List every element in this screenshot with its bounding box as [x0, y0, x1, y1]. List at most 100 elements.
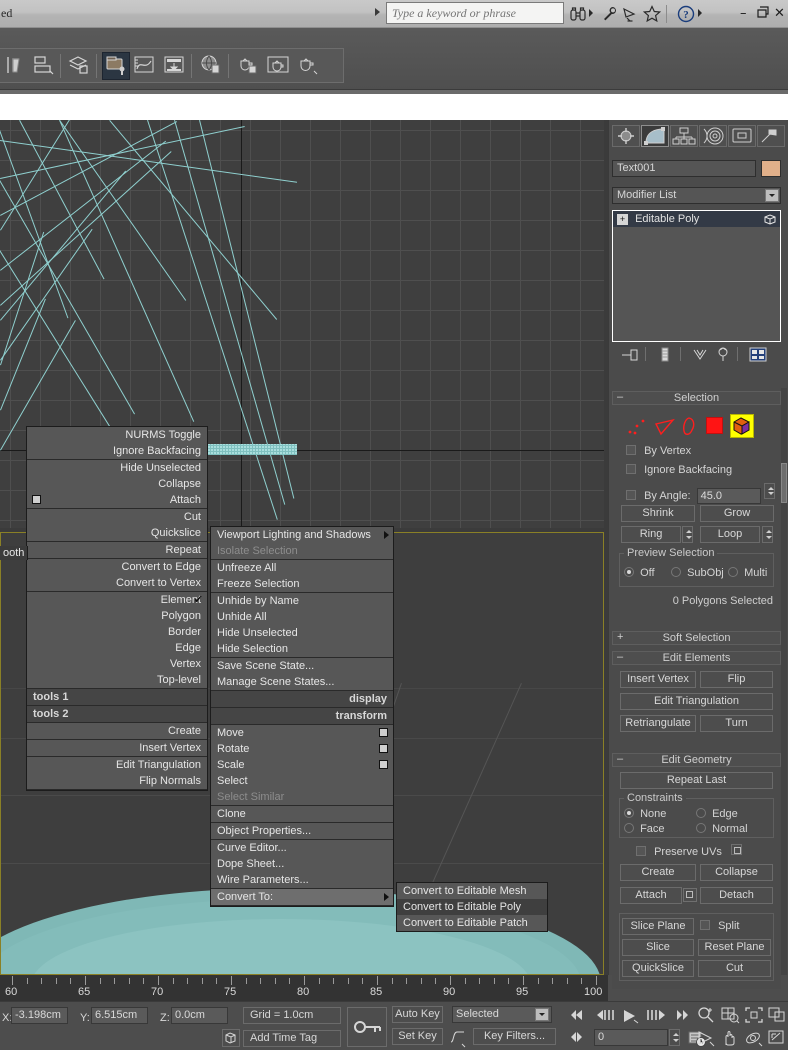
- quad-menu-item[interactable]: Save Scene State...: [211, 658, 393, 674]
- by-angle-spinner[interactable]: [763, 483, 775, 499]
- play-icon[interactable]: [620, 1008, 640, 1024]
- quad-menu-item[interactable]: Collapse: [27, 476, 207, 492]
- quad-menu-item[interactable]: Unfreeze All: [211, 560, 393, 576]
- layer-manager-icon[interactable]: [66, 52, 94, 80]
- by-angle-checkbox[interactable]: [626, 490, 636, 500]
- quad-menu-item[interactable]: Cut: [27, 509, 207, 525]
- ignore-backfacing-row[interactable]: Ignore Backfacing: [626, 464, 732, 476]
- schematic-view-icon[interactable]: [161, 52, 189, 80]
- constraint-face-radio[interactable]: Face: [624, 823, 665, 835]
- render-setup-icon[interactable]: [198, 52, 226, 80]
- time-slider-ruler[interactable]: 60 65 70 75 80 85 90 95 100: [0, 975, 608, 1001]
- z-coord-field[interactable]: 0.0cm: [171, 1007, 228, 1024]
- rollout-edit-elements-header[interactable]: – Edit Elements: [612, 651, 781, 665]
- element-icon[interactable]: [730, 414, 754, 438]
- quad-menu-item[interactable]: Unhide by Name: [211, 593, 393, 609]
- cut-button[interactable]: Cut: [698, 960, 771, 977]
- reset-plane-button[interactable]: Reset Plane: [698, 939, 771, 956]
- border-icon[interactable]: [680, 416, 700, 441]
- frame-spinner[interactable]: [669, 1029, 680, 1046]
- submenu-convert-to[interactable]: Convert to Editable Mesh Convert to Edita…: [396, 882, 548, 932]
- auto-key-button[interactable]: Auto Key: [392, 1006, 443, 1023]
- add-time-tag-button[interactable]: Add Time Tag: [243, 1030, 341, 1047]
- restore-button[interactable]: [757, 6, 769, 22]
- shrink-button[interactable]: Shrink: [621, 505, 695, 522]
- quad-menu-item[interactable]: Object Properties...: [211, 823, 393, 839]
- collapse-icon[interactable]: –: [617, 651, 623, 664]
- quad-menu-item[interactable]: Hide Unselected: [211, 625, 393, 641]
- set-key-filters-icon[interactable]: [448, 1028, 468, 1048]
- y-coord-field[interactable]: 6.515cm: [91, 1007, 148, 1024]
- create-tab[interactable]: [612, 125, 640, 147]
- quad-menu-item[interactable]: Ignore Backfacing: [27, 443, 207, 459]
- by-angle-value[interactable]: 45.0: [696, 488, 761, 504]
- quickslice-button[interactable]: QuickSlice: [622, 960, 694, 977]
- expand-plus-icon[interactable]: +: [617, 214, 628, 225]
- edit-triangulation-button[interactable]: Edit Triangulation: [620, 693, 773, 710]
- preserve-uvs-settings-icon[interactable]: [730, 844, 742, 855]
- modifier-list-dropdown[interactable]: Modifier List: [612, 187, 781, 204]
- current-frame-field[interactable]: 0: [594, 1029, 668, 1046]
- by-vertex-checkbox[interactable]: [626, 445, 636, 455]
- satellite-icon[interactable]: [621, 4, 641, 24]
- quad-menu-item[interactable]: Dope Sheet...: [211, 856, 393, 872]
- object-color-swatch[interactable]: [761, 160, 781, 177]
- split-checkbox[interactable]: [700, 920, 710, 930]
- maximize-viewport-icon[interactable]: [767, 1029, 787, 1047]
- quad-menu-item[interactable]: Attach: [27, 492, 207, 508]
- key-mode-icon[interactable]: [566, 1030, 588, 1044]
- quad-menu-item[interactable]: Viewport Lighting and Shadows: [211, 527, 393, 543]
- search-dropdown-icon[interactable]: [589, 9, 593, 17]
- make-unique-icon[interactable]: [691, 346, 709, 367]
- quad-menu-item[interactable]: Rotate: [211, 741, 393, 757]
- dialog-settings-icon[interactable]: [379, 728, 388, 737]
- quad-menu-item[interactable]: Insert Vertex: [27, 740, 207, 756]
- set-key-button[interactable]: Set Key: [392, 1028, 443, 1045]
- binoculars-icon[interactable]: [568, 4, 588, 24]
- quad-menu-item[interactable]: Select: [211, 773, 393, 789]
- attach-button[interactable]: Attach: [620, 887, 682, 904]
- selection-filter-dropdown[interactable]: Selected: [452, 1006, 552, 1023]
- create-button[interactable]: Create: [620, 864, 696, 881]
- detach-button[interactable]: Detach: [700, 887, 773, 904]
- scrollbar-thumb[interactable]: [781, 463, 787, 503]
- quad-menu-item[interactable]: Create: [27, 723, 207, 739]
- chevron-down-icon[interactable]: [535, 1008, 549, 1021]
- quad-menu-item[interactable]: Wire Parameters...: [211, 872, 393, 888]
- by-angle-row[interactable]: By Angle: 45.0: [626, 483, 775, 504]
- edge-icon[interactable]: [653, 416, 677, 441]
- quad-menu-item[interactable]: Edge: [27, 640, 207, 656]
- help-dropdown-icon[interactable]: [698, 9, 702, 17]
- quad-menu-item[interactable]: Curve Editor...: [211, 840, 393, 856]
- quad-menu-item[interactable]: Scale: [211, 757, 393, 773]
- quad-menu-item[interactable]: Edit Triangulation: [27, 757, 207, 773]
- goto-end-icon[interactable]: [673, 1008, 693, 1022]
- orbit-icon[interactable]: [744, 1029, 764, 1047]
- modify-tab[interactable]: [641, 125, 669, 147]
- preserve-uvs-checkbox[interactable]: [636, 846, 646, 856]
- split-row[interactable]: Split: [700, 920, 739, 932]
- quad-menu-item[interactable]: Top-level: [27, 672, 207, 688]
- quad-menu-right[interactable]: Viewport Lighting and Shadows Isolate Sel…: [210, 526, 394, 907]
- polygon-icon[interactable]: [706, 417, 723, 434]
- quad-menu-item[interactable]: NURMS Toggle: [27, 427, 207, 443]
- quad-menu-item[interactable]: Quickslice: [27, 525, 207, 541]
- quad-menu-item[interactable]: Hide Unselected: [27, 460, 207, 476]
- preview-off-radio[interactable]: Off: [624, 567, 655, 579]
- quad-menu-item[interactable]: Freeze Selection: [211, 576, 393, 592]
- quad-menu-item[interactable]: Repeat: [27, 542, 207, 558]
- preview-multi-radio[interactable]: Multi: [728, 567, 767, 579]
- hierarchy-tab[interactable]: [670, 125, 698, 147]
- modifier-stack-row[interactable]: + Editable Poly: [613, 211, 780, 227]
- quad-menu-item[interactable]: Move: [211, 725, 393, 741]
- slice-button[interactable]: Slice: [622, 939, 694, 956]
- zoom-icon[interactable]: [696, 1006, 716, 1024]
- close-button[interactable]: ✕: [774, 6, 785, 21]
- material-editor-icon[interactable]: [102, 52, 130, 80]
- render-production-icon[interactable]: [265, 52, 293, 80]
- constraint-normal-radio[interactable]: Normal: [696, 823, 748, 835]
- mirror-icon[interactable]: [2, 52, 30, 80]
- command-panel-scrollbar[interactable]: [781, 388, 787, 975]
- zoom-all-icon[interactable]: [720, 1006, 740, 1024]
- key-filters-button[interactable]: Key Filters...: [473, 1028, 556, 1045]
